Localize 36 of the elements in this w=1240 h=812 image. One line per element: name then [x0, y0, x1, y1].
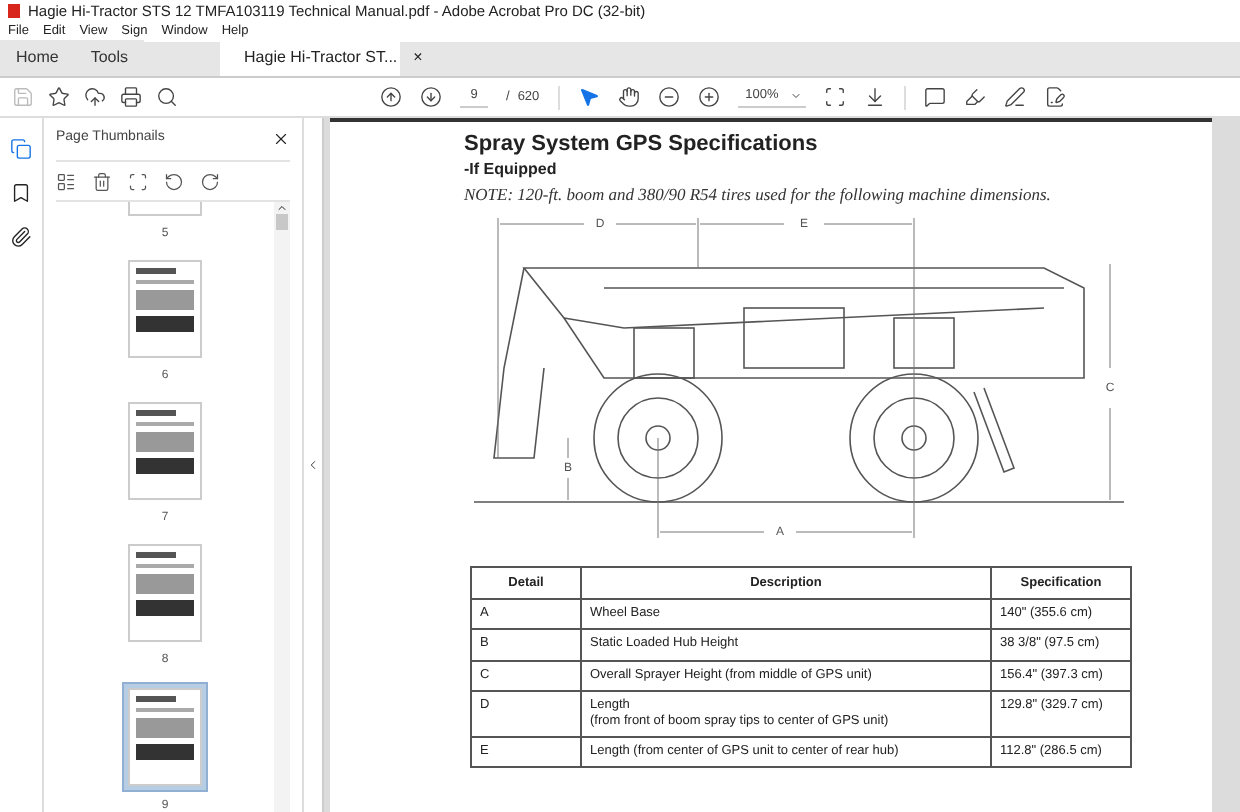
page-thumbnail[interactable] [122, 682, 208, 792]
search-icon[interactable] [156, 86, 178, 108]
rotate-left-icon[interactable] [164, 171, 184, 191]
page-thumbnail[interactable] [124, 256, 206, 362]
pages-icon[interactable] [10, 138, 32, 160]
scroll-up-icon[interactable] [276, 202, 288, 214]
highlight-icon[interactable] [963, 86, 986, 108]
caret-icon [790, 90, 803, 102]
page-thumbnail[interactable] [124, 540, 206, 646]
comment-icon[interactable] [923, 86, 946, 108]
options-icon[interactable] [56, 171, 76, 191]
note-text: NOTE: 120-ft. boom and 380/90 R54 tires used for the following machine dimensions. [464, 181, 1053, 207]
zoom-in-icon[interactable] [697, 86, 720, 108]
scrollbar-track[interactable] [274, 202, 290, 812]
bookmark-icon[interactable] [10, 182, 32, 204]
print-icon[interactable] [120, 86, 142, 108]
zoom-out-icon[interactable] [657, 86, 680, 108]
rotate-right-icon[interactable] [200, 171, 220, 191]
page-thumbnail[interactable] [124, 398, 206, 504]
page-subheading: -If Equipped [464, 159, 559, 180]
hand-icon[interactable] [617, 86, 640, 108]
close-tab-button[interactable]: × [413, 46, 423, 70]
upload-icon[interactable] [84, 86, 106, 108]
pointer-icon[interactable] [577, 86, 600, 108]
fit-page-icon[interactable] [823, 86, 846, 108]
next-page-icon[interactable] [420, 86, 442, 108]
sign-icon[interactable] [1003, 86, 1026, 108]
previous-page-icon[interactable] [380, 86, 402, 108]
page-heading: Spray System GPS Specifications [464, 132, 820, 160]
close-icon[interactable] [272, 130, 290, 148]
bookmark-star-icon[interactable] [48, 86, 70, 108]
fill-sign-icon[interactable] [1043, 86, 1066, 108]
collapse-icon[interactable] [306, 458, 320, 472]
delete-icon[interactable] [92, 171, 112, 191]
scrollbar-thumb[interactable] [276, 214, 288, 230]
attachment-icon[interactable] [10, 226, 32, 248]
